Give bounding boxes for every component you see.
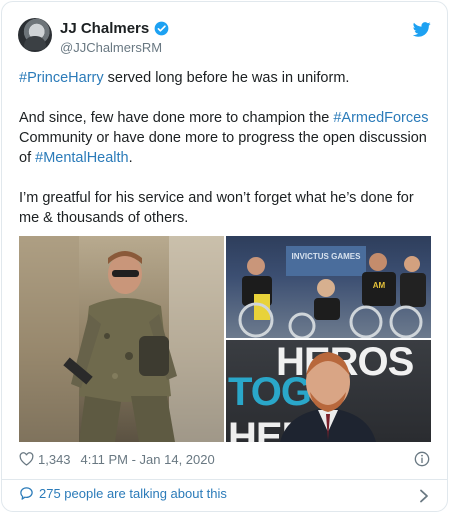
portrait [280, 352, 376, 442]
tweet-text-segment: served long before he was in uniform. [103, 70, 350, 86]
author-name-row: JJ Chalmers [60, 20, 169, 37]
media-photo-soldier[interactable] [19, 236, 224, 442]
footer-divider [2, 479, 447, 480]
author-avatar[interactable] [18, 18, 52, 52]
speech-bubble-icon [20, 487, 33, 500]
tweet-embed-card: JJ Chalmers @JJChalmersRM #PrinceHarry s… [1, 1, 448, 512]
verified-badge-icon [154, 21, 169, 36]
info-icon[interactable] [414, 451, 430, 467]
tweet-header: JJ Chalmers @JJChalmersRM [18, 18, 433, 58]
like-count[interactable]: 1,343 [38, 452, 71, 467]
sign-text: INVICTUS GAMES [292, 252, 362, 261]
hashtag-link[interactable]: #ArmedForces [333, 110, 428, 126]
media-photo-invictus-games[interactable]: INVICTUS GAMES AM [226, 236, 431, 338]
tweet-text-segment: And since, few have done more to champio… [19, 110, 334, 126]
tweet-text-segment: . [128, 150, 133, 166]
tweet-timestamp[interactable]: 4:11 PM - Jan 14, 2020 [81, 452, 215, 467]
shirt-text: AM [373, 281, 386, 290]
conversation-count-text[interactable]: 275 people are talking about this [39, 486, 227, 501]
author-handle[interactable]: @JJChalmersRM [60, 40, 162, 55]
hashtag-link[interactable]: #PrinceHarry [19, 70, 104, 86]
tweet-media-grid: INVICTUS GAMES AM HEROS TOGHER [19, 236, 431, 442]
twitter-bird-icon[interactable] [413, 22, 431, 37]
conversation-link[interactable]: 275 people are talking about this [19, 486, 227, 501]
tweet-paragraph-2: And since, few have done more to champio… [19, 108, 434, 168]
chevron-right-icon[interactable] [419, 489, 429, 503]
tweet-text: #PrinceHarry served long before he was i… [19, 68, 434, 228]
heart-icon[interactable] [19, 452, 34, 466]
tweet-paragraph-3: I’m greatful for his service and won’t f… [19, 190, 414, 226]
tweet-meta: 1,343 4:11 PM - Jan 14, 2020 [19, 450, 215, 468]
author-name[interactable]: JJ Chalmers [60, 20, 149, 37]
tweet-paragraph-1: #PrinceHarry served long before he was i… [19, 68, 434, 88]
media-photo-heroes-together[interactable]: HEROS TOGHER [226, 340, 431, 442]
hashtag-link[interactable]: #MentalHealth [35, 150, 129, 166]
